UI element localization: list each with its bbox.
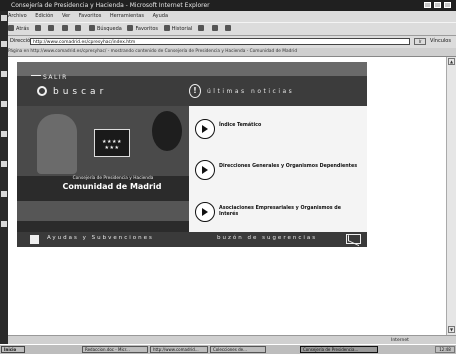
play-arrow-icon xyxy=(195,119,215,139)
buscar-link[interactable]: buscar xyxy=(53,87,107,97)
address-bar: Dirección http://www.comadrid.es/cpresyh… xyxy=(8,36,456,47)
left-tool-icon[interactable] xyxy=(1,161,7,167)
taskbar-item-active[interactable]: Consejería de Presidencia... xyxy=(300,346,378,353)
forward-button[interactable] xyxy=(34,23,43,35)
comunidad-label: Comunidad de Madrid xyxy=(62,182,162,191)
exit-arrow-icon xyxy=(31,75,41,80)
go-button[interactable]: Ir xyxy=(414,38,426,45)
menu-file[interactable]: Archivo xyxy=(8,13,27,19)
star-icon xyxy=(127,25,134,31)
left-tool-icon[interactable] xyxy=(1,71,7,77)
madrid-flag-logo: ★★★★ ★★★ xyxy=(94,129,130,157)
mail-icon xyxy=(197,25,204,31)
menu-view[interactable]: Ver xyxy=(62,13,70,19)
hero-figure xyxy=(152,111,182,151)
buzon-link[interactable]: buzón de sugerencias xyxy=(217,235,317,241)
taskbar-item[interactable]: Redaccion.doc - Micr... xyxy=(82,346,148,353)
search-icon xyxy=(37,86,47,96)
back-button[interactable]: Atrás xyxy=(8,23,29,35)
vertical-scrollbar[interactable]: ▲ ▼ xyxy=(446,57,456,335)
window-title: Consejería de Presidencia y Hacienda - M… xyxy=(11,2,210,9)
left-tool-icon[interactable] xyxy=(1,101,7,107)
left-tool-icon[interactable] xyxy=(1,15,7,21)
page-viewport: SALIR buscar ! últimas noticias ★★★★ ★★★ … xyxy=(8,57,446,335)
menu-link-label: Asociaciones Empresariales y Organismos … xyxy=(219,206,341,217)
history-button[interactable]: Historial xyxy=(163,23,192,35)
toolbar: Atrás Búsqueda Favoritos Historial xyxy=(8,22,456,36)
site-footer-bar: Ayudas y Subvenciones buzón de sugerenci… xyxy=(17,232,367,247)
refresh-button[interactable] xyxy=(61,23,70,35)
grid-icon xyxy=(30,235,39,244)
browser-window: Consejería de Presidencia y Hacienda - M… xyxy=(0,0,456,346)
hero-image: ★★★★ ★★★ Consejería de Presidencia y Haci… xyxy=(17,106,189,232)
back-arrow-icon xyxy=(8,25,14,31)
search-icon xyxy=(89,25,95,31)
left-tool-icon[interactable] xyxy=(1,41,7,47)
left-tool-icon[interactable] xyxy=(1,221,7,227)
start-button[interactable]: Inicio xyxy=(1,346,25,353)
scroll-up-icon[interactable]: ▲ xyxy=(448,58,455,65)
left-tool-icon[interactable] xyxy=(1,131,7,137)
stop-icon xyxy=(48,25,55,31)
print-button[interactable] xyxy=(211,23,220,35)
menu-link-asociaciones[interactable]: Asociaciones Empresariales y Organismos … xyxy=(195,202,365,222)
section-links-panel: Índice Temático Direcciones Generales y … xyxy=(189,106,367,232)
left-tool-icon[interactable] xyxy=(1,191,7,197)
taskbar-item[interactable]: http://www.comadrid... xyxy=(150,346,208,353)
edit-icon xyxy=(225,25,232,31)
mail-icon[interactable] xyxy=(346,234,361,244)
history-icon xyxy=(163,25,170,31)
consejeria-label: Consejería de Presidencia y Hacienda xyxy=(72,176,154,181)
salir-link[interactable]: SALIR xyxy=(43,74,68,81)
menu-link-label: Índice Temático xyxy=(219,123,262,128)
clock: 12:48 xyxy=(435,346,455,353)
ayudas-link[interactable]: Ayudas y Subvenciones xyxy=(47,235,154,241)
menu-help[interactable]: Ayuda xyxy=(153,13,168,19)
close-button[interactable] xyxy=(444,2,451,8)
taskbar-item[interactable]: Colecciones de... xyxy=(210,346,266,353)
play-arrow-icon xyxy=(195,202,215,222)
left-toolbar xyxy=(0,11,8,345)
mail-button[interactable] xyxy=(197,23,206,35)
menu-edit[interactable]: Edición xyxy=(35,13,53,19)
menu-favorites[interactable]: Favoritos xyxy=(79,13,102,19)
home-icon xyxy=(75,25,82,31)
site-header: SALIR buscar ! últimas noticias xyxy=(17,62,367,106)
maximize-button[interactable] xyxy=(434,2,441,8)
play-arrow-icon xyxy=(195,160,215,180)
menu-bar: Archivo Edición Ver Favoritos Herramient… xyxy=(8,12,456,21)
address-input[interactable]: http://www.comadrid.es/cpresyhac/index.h… xyxy=(30,38,410,45)
links-label[interactable]: Vínculos xyxy=(430,36,451,47)
title-bar: Consejería de Presidencia y Hacienda - M… xyxy=(0,0,456,11)
hero-background xyxy=(17,201,189,221)
scroll-down-icon[interactable]: ▼ xyxy=(448,326,455,333)
menu-link-indice[interactable]: Índice Temático xyxy=(195,119,365,139)
forward-arrow-icon xyxy=(34,25,41,31)
favorites-button[interactable]: Favoritos xyxy=(127,23,158,35)
menu-link-label: Direcciones Generales y Organismos Depen… xyxy=(219,164,358,169)
search-button[interactable]: Búsqueda xyxy=(89,23,122,35)
news-link[interactable]: últimas noticias xyxy=(207,88,294,95)
printer-icon xyxy=(211,25,218,31)
edit-button[interactable] xyxy=(225,23,233,35)
minimize-button[interactable] xyxy=(424,2,431,8)
stop-button[interactable] xyxy=(48,23,56,35)
menu-link-direcciones[interactable]: Direcciones Generales y Organismos Depen… xyxy=(195,160,365,180)
refresh-icon xyxy=(61,25,68,31)
hero-figure xyxy=(37,114,77,174)
exclamation-icon: ! xyxy=(189,84,201,98)
home-button[interactable] xyxy=(75,23,83,35)
flag-stars: ★★★★ ★★★ xyxy=(102,139,122,151)
menu-tools[interactable]: Herramientas xyxy=(110,13,144,19)
info-bar: Página en http://www.comadrid.es/cpresyh… xyxy=(8,48,456,57)
